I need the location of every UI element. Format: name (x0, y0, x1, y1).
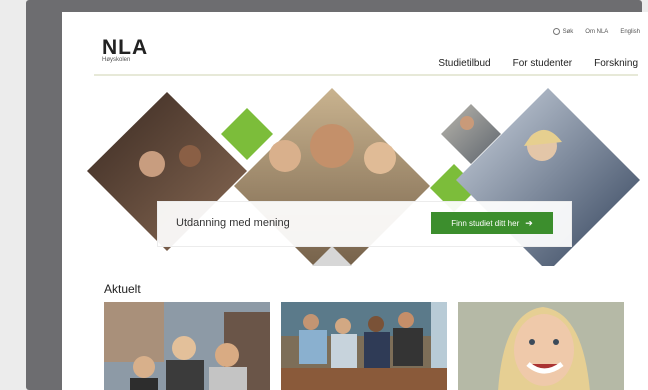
cta-label: Finn studiet ditt her (451, 218, 520, 228)
news-image-2 (281, 302, 447, 390)
utility-links: Søk Om NLA English (552, 28, 640, 35)
news-heading: Aktuelt (104, 282, 141, 296)
logo-mark: NLA (102, 36, 149, 59)
nav-for-studenter[interactable]: For studenter (513, 58, 572, 69)
nav-forskning[interactable]: Forskning (594, 58, 638, 69)
hero-tagline: Utdanning med mening (176, 217, 290, 229)
about-link[interactable]: Om NLA (585, 28, 608, 35)
arrow-right-icon: ➔ (525, 217, 533, 228)
news-card-3[interactable] (458, 302, 624, 390)
search-label: Søk (562, 28, 574, 35)
search-icon (552, 28, 560, 35)
nav-studietilbud[interactable]: Studietilbud (438, 58, 490, 69)
news-image-3 (458, 302, 624, 390)
english-link[interactable]: English (620, 28, 640, 35)
find-study-button[interactable]: Finn studiet ditt her ➔ (431, 212, 553, 234)
accent-diamond-1 (221, 108, 273, 160)
hero-section: Utdanning med mening Finn studiet ditt h… (62, 76, 648, 266)
news-card-1[interactable] (104, 302, 270, 390)
web-page: Søk Om NLA English NLA Høyskolen Studiet… (62, 12, 648, 390)
main-nav: Studietilbud For studenter Forskning (438, 58, 638, 69)
monitor-frame: Søk Om NLA English NLA Høyskolen Studiet… (26, 0, 648, 390)
news-image-1 (104, 302, 270, 390)
site-logo[interactable]: NLA Høyskolen (102, 36, 149, 63)
news-list (104, 302, 624, 390)
news-card-2[interactable] (281, 302, 447, 390)
hero-banner: Utdanning med mening Finn studiet ditt h… (157, 201, 572, 247)
search-link[interactable]: Søk (552, 28, 574, 35)
